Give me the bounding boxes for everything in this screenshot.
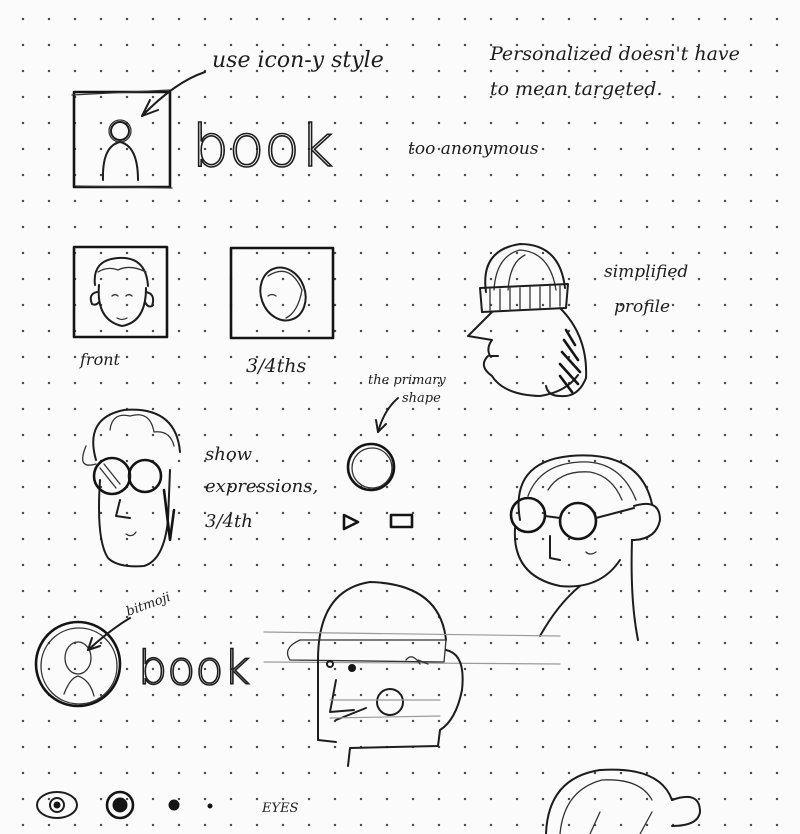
note-targeted: to mean targeted. [490,78,663,100]
profile-beanie-sketch [467,243,588,398]
primary-triangle-shape [342,513,360,531]
primary-circle-shape [346,442,396,492]
logo-word-book-1: book [192,112,333,180]
three-quarter-face-sketch [229,246,335,340]
logo-word-book-2: book [138,641,250,695]
eyes-sketches [36,790,213,820]
note-personalized: Personalized doesn't have [489,43,740,65]
big-glasses-head-sketch [509,454,661,641]
primary-rectangle-shape [389,513,414,529]
note-too-anonymous: too anonymous [408,139,539,159]
arrow-icon [375,397,399,433]
note-shape: shape [402,391,441,406]
note-bitmoji: bitmoji [124,590,172,620]
label-three-quarters: 3/4ths [246,355,306,377]
note-three-quarter: 3/4th [205,511,253,532]
logo-sketch-icon-box [71,89,173,189]
arrow-icon [141,71,206,117]
note-the-primary: the primary [368,373,446,388]
note-show: show [205,444,253,465]
note-use-icon-style: use icon-y style [212,48,384,73]
sketchbook-page: book use icon-y style Personalized doesn… [0,0,800,834]
glasses-face-sketch [82,408,181,568]
cap-head-sketch [263,581,561,767]
sketch-canvas: book use icon-y style Personalized doesn… [34,43,740,834]
bottom-cap-sketch [545,768,701,834]
note-profile: profile [614,297,670,317]
note-simplified: simplified [604,262,688,282]
note-expressions: expressions, [205,476,318,497]
front-face-sketch [72,245,169,339]
note-eyes: EYES [261,801,299,816]
label-front: front [79,350,121,369]
